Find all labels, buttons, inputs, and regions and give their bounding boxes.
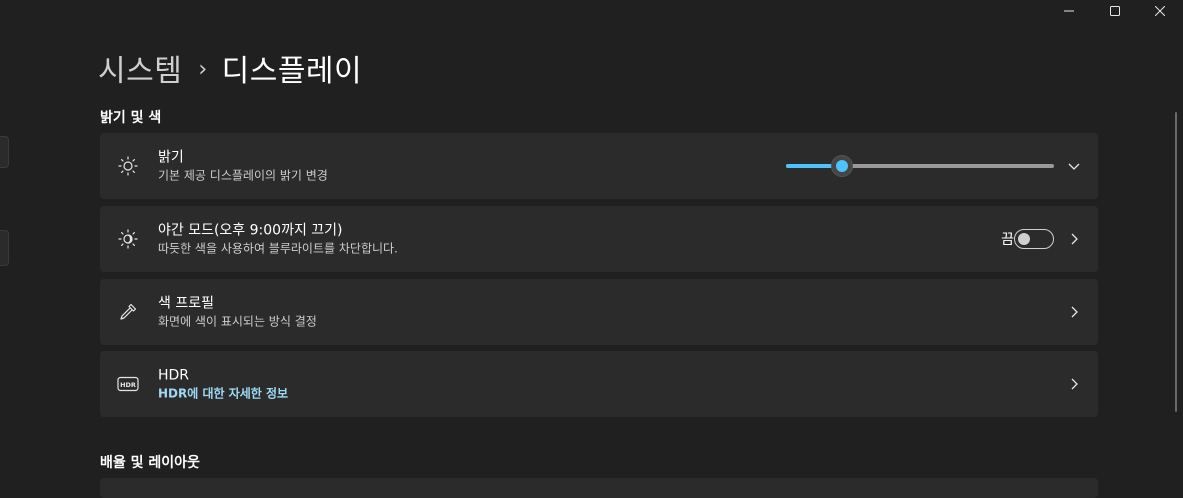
section-title-brightness-color: 밝기 및 색 [100,110,162,126]
color-picker-icon [116,300,140,324]
chevron-down-icon [1068,163,1080,170]
page-title: 디스플레이 [221,54,363,89]
hdr-info-link[interactable]: HDR에 대한 자세한 정보 [158,386,288,402]
brightness-slider[interactable] [786,156,1054,176]
color-profile-navigate[interactable] [1064,302,1084,322]
close-button[interactable] [1137,0,1183,22]
hdr-title: HDR [158,367,190,384]
hdr-navigate[interactable] [1064,374,1084,394]
close-icon [1155,6,1165,16]
hdr-icon: HDR [116,372,140,396]
expand-button[interactable] [1064,156,1084,176]
brightness-card[interactable]: 밝기 기본 제공 디스플레이의 밝기 변경 [100,133,1098,199]
brightness-title: 밝기 [158,149,184,166]
chevron-right-icon [1071,233,1078,245]
svg-text:HDR: HDR [120,381,136,389]
maximize-icon [1110,6,1120,16]
night-mode-navigate[interactable] [1064,229,1084,249]
nav-pane-edge[interactable] [0,136,9,168]
breadcrumb-parent[interactable]: 시스템 [98,46,182,90]
color-profile-title: 색 프로필 [158,295,214,312]
scrollbar[interactable] [1175,112,1177,412]
minimize-button[interactable] [1046,0,1092,22]
color-profile-subtitle: 화면에 색이 표시되는 방식 결정 [158,314,317,329]
night-mode-subtitle: 따듯한 색을 사용하여 블루라이트를 차단합니다. [158,241,398,256]
breadcrumb-separator: › [198,56,208,82]
night-mode-card[interactable]: 야간 모드(오후 9:00까지 끄기) 따듯한 색을 사용하여 블루라이트를 차… [100,206,1098,272]
scale-layout-card[interactable] [100,478,1098,498]
slider-thumb[interactable] [832,156,853,176]
sun-icon [116,154,140,178]
section-title-scale-layout: 배율 및 레이아웃 [100,455,200,471]
chevron-right-icon [1071,378,1078,390]
hdr-card[interactable]: HDR HDR HDR에 대한 자세한 정보 [100,351,1098,417]
night-mode-state-label: 끔 [1001,232,1014,248]
breadcrumb: 시스템 › 디스플레이 [98,46,362,90]
nav-pane-edge[interactable] [0,230,9,266]
minimize-icon [1064,10,1074,12]
chevron-right-icon [1071,306,1078,318]
color-profile-card[interactable]: 색 프로필 화면에 색이 표시되는 방식 결정 [100,279,1098,345]
toggle-knob [1018,233,1030,245]
night-mode-title: 야간 모드(오후 9:00까지 끄기) [158,222,343,239]
brightness-subtitle: 기본 제공 디스플레이의 밝기 변경 [158,168,328,183]
night-light-icon [116,227,140,251]
maximize-button[interactable] [1092,0,1138,22]
night-mode-toggle[interactable] [1014,229,1054,249]
